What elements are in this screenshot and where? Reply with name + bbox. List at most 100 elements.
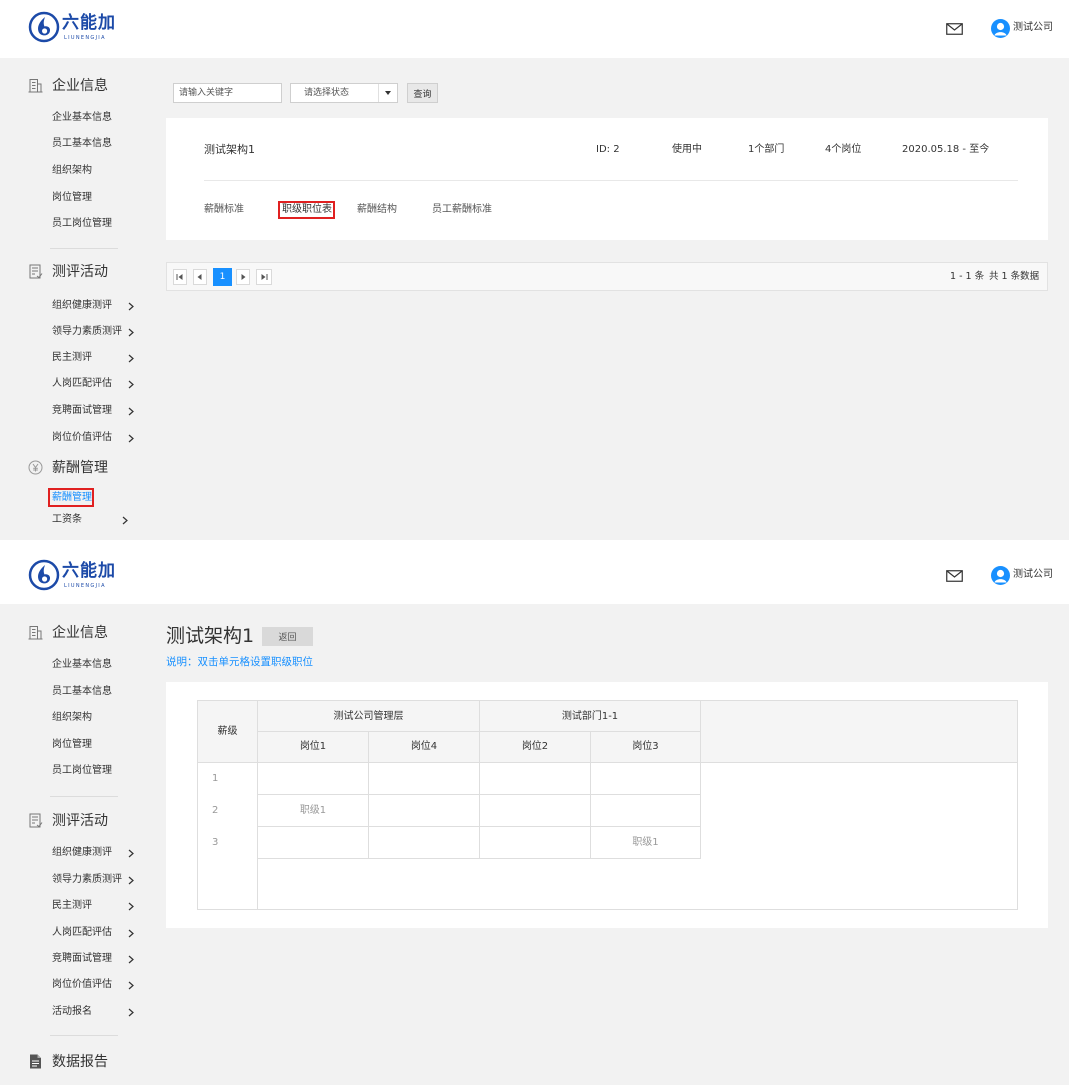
- pagination-total: 共 1 条数据: [989, 271, 1040, 282]
- sidebar-item-leadership[interactable]: 领导力素质测评: [52, 324, 138, 340]
- status-select[interactable]: 请选择状态: [290, 83, 398, 103]
- sidebar-item-democratic[interactable]: 民主测评: [52, 350, 138, 366]
- table-cell[interactable]: 职级1: [591, 827, 701, 859]
- sidebar-item-democratic[interactable]: 民主测评: [52, 898, 138, 914]
- table-cell[interactable]: [369, 827, 480, 859]
- brand-logo-icon[interactable]: [28, 11, 60, 43]
- chevron-right-icon: [128, 929, 134, 938]
- sidebar-item-employee-info[interactable]: 员工基本信息: [52, 684, 138, 700]
- brand-logo-icon[interactable]: [28, 559, 60, 591]
- tab-salary-structure[interactable]: 薪酬结构: [357, 202, 397, 218]
- chevron-right-icon: [128, 981, 134, 990]
- structure-id: ID: 2: [596, 144, 620, 155]
- sidebar-section-reports[interactable]: 数据报告: [28, 1053, 138, 1071]
- page-1-button[interactable]: 1: [213, 268, 232, 286]
- sidebar-item-person-job-fit[interactable]: 人岗匹配评估: [52, 925, 138, 941]
- mail-icon[interactable]: [946, 23, 963, 35]
- sidebar-item-label: 员工岗位管理: [52, 218, 112, 229]
- sidebar-item-company-info[interactable]: 企业基本信息: [52, 657, 138, 673]
- dropdown-arrow[interactable]: [378, 84, 397, 102]
- sidebar-item-payslip[interactable]: 工资条: [52, 512, 138, 528]
- position-header: 岗位4: [369, 732, 480, 763]
- brand-name: 六能加: [62, 13, 116, 33]
- sidebar-item-label: 岗位管理: [52, 739, 92, 750]
- sidebar-divider: [50, 1035, 118, 1036]
- sidebar-item-salary-management[interactable]: 薪酬管理: [48, 488, 94, 507]
- table-cell[interactable]: [258, 763, 369, 795]
- first-page-button[interactable]: [173, 269, 187, 285]
- sidebar-section-enterprise[interactable]: 企业信息: [28, 624, 138, 642]
- user-name[interactable]: 测试公司: [1013, 21, 1053, 35]
- last-page-button[interactable]: [256, 269, 272, 285]
- user-name[interactable]: 测试公司: [1013, 568, 1053, 582]
- sidebar-item-position-management[interactable]: 岗位管理: [52, 190, 138, 206]
- sidebar-section-evaluation[interactable]: 测评活动: [28, 812, 138, 830]
- structure-status: 使用中: [672, 144, 702, 155]
- sidebar-item-employee-position[interactable]: 员工岗位管理: [52, 763, 138, 779]
- table-cell[interactable]: 职级1: [258, 795, 369, 827]
- tab-grade-position-table[interactable]: 职级职位表: [278, 201, 335, 219]
- page-title: 测试架构1: [166, 625, 255, 647]
- table-cell[interactable]: [480, 827, 591, 859]
- first-page-icon: [176, 274, 183, 280]
- sidebar-item-event-signup[interactable]: 活动报名: [52, 1004, 138, 1020]
- row-level: 1: [212, 773, 219, 784]
- sidebar-item-label: 竞聘面试管理: [52, 953, 112, 964]
- sidebar-item-position-value[interactable]: 岗位价值评估: [52, 430, 138, 446]
- sidebar-item-org-health[interactable]: 组织健康测评: [52, 845, 138, 861]
- sidebar-item-label: 竞聘面试管理: [52, 405, 112, 416]
- sidebar-item-org-structure[interactable]: 组织架构: [52, 710, 138, 726]
- clipboard-icon: [29, 264, 43, 279]
- sidebar-item-company-info[interactable]: 企业基本信息: [52, 110, 138, 126]
- sidebar-item-interview[interactable]: 竞聘面试管理: [52, 951, 138, 967]
- sidebar-item-leadership[interactable]: 领导力素质测评: [52, 872, 138, 888]
- sidebar-section-title: 薪酬管理: [52, 460, 108, 476]
- sidebar-item-interview[interactable]: 竞聘面试管理: [52, 403, 138, 419]
- table-cell[interactable]: [591, 763, 701, 795]
- table-cell[interactable]: [369, 795, 480, 827]
- table-cell[interactable]: [369, 763, 480, 795]
- user-avatar-icon[interactable]: [991, 566, 1010, 585]
- sidebar-section-enterprise[interactable]: 企业信息: [28, 77, 138, 95]
- back-button[interactable]: 返回: [262, 627, 313, 646]
- pagination-range: 1 - 1 条: [950, 271, 985, 282]
- sidebar-item-person-job-fit[interactable]: 人岗匹配评估: [52, 376, 138, 392]
- chevron-right-icon: [128, 902, 134, 911]
- prev-page-button[interactable]: [193, 269, 207, 285]
- card-divider: [204, 180, 1018, 181]
- next-page-button[interactable]: [236, 269, 250, 285]
- sidebar-item-label: 组织健康测评: [52, 847, 112, 858]
- keyword-search-input[interactable]: [173, 83, 282, 103]
- chevron-right-icon: [128, 380, 134, 389]
- status-select-value: 请选择状态: [304, 88, 350, 98]
- sidebar-item-label: 组织架构: [52, 165, 92, 176]
- table-cell[interactable]: [480, 795, 591, 827]
- department-header: 测试部门1-1: [480, 701, 701, 732]
- chevron-right-icon: [128, 407, 134, 416]
- tab-employee-salary-standard[interactable]: 员工薪酬标准: [432, 202, 492, 218]
- sidebar-section-salary[interactable]: 薪酬管理: [28, 459, 138, 477]
- sidebar-item-org-health[interactable]: 组织健康测评: [52, 298, 138, 314]
- sidebar-item-label: 岗位管理: [52, 192, 92, 203]
- sidebar-section-evaluation[interactable]: 测评活动: [28, 263, 138, 281]
- user-avatar-icon[interactable]: [991, 19, 1010, 38]
- table-cell[interactable]: [258, 827, 369, 859]
- yen-icon: [28, 460, 43, 475]
- sidebar-item-label: 组织架构: [52, 712, 92, 723]
- sidebar-item-org-structure[interactable]: 组织架构: [52, 163, 138, 179]
- structure-name[interactable]: 测试架构1: [204, 142, 255, 158]
- sidebar-item-label: 活动报名: [52, 1006, 92, 1017]
- sidebar-item-employee-position[interactable]: 员工岗位管理: [52, 216, 138, 232]
- department-header: 测试公司管理层: [258, 701, 480, 732]
- sidebar-item-label: 企业基本信息: [52, 659, 112, 670]
- mail-icon[interactable]: [946, 570, 963, 582]
- table-cell[interactable]: [591, 795, 701, 827]
- clipboard-icon: [29, 813, 43, 828]
- sidebar-item-label: 企业基本信息: [52, 112, 112, 123]
- table-cell[interactable]: [480, 763, 591, 795]
- sidebar-item-employee-info[interactable]: 员工基本信息: [52, 136, 138, 152]
- sidebar-item-position-value[interactable]: 岗位价值评估: [52, 977, 138, 993]
- tab-salary-standard[interactable]: 薪酬标准: [204, 202, 244, 218]
- query-button[interactable]: 查询: [407, 83, 438, 103]
- sidebar-item-position-management[interactable]: 岗位管理: [52, 737, 138, 753]
